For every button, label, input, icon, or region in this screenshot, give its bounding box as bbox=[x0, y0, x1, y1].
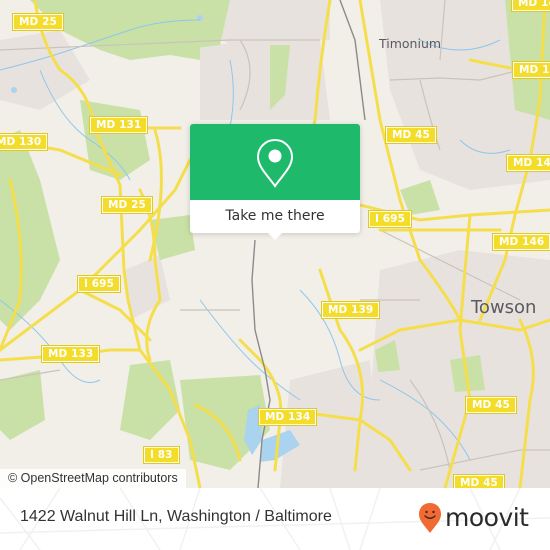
popup-header bbox=[190, 124, 360, 200]
road-shield-md45-mid: MD 45 bbox=[466, 397, 516, 413]
moovit-logo[interactable]: moovit bbox=[418, 502, 529, 534]
road-shield-md133: MD 133 bbox=[42, 346, 100, 362]
place-label-timonium: Timonium bbox=[379, 36, 442, 51]
road-shield-md146-upper: MD 146 bbox=[513, 62, 550, 78]
location-popup: Take me there bbox=[190, 124, 360, 240]
moovit-wordmark: moovit bbox=[445, 503, 529, 532]
take-me-there-button[interactable]: Take me there bbox=[190, 200, 360, 233]
map-attribution[interactable]: © OpenStreetMap contributors bbox=[0, 469, 186, 488]
road-shield-md131: MD 131 bbox=[90, 117, 148, 133]
road-shield-md139: MD 139 bbox=[322, 302, 380, 318]
footer: 1422 Walnut Hill Ln, Washington / Baltim… bbox=[0, 488, 550, 550]
road-shield-md146-mid: MD 146 bbox=[507, 155, 550, 171]
road-shield-md134: MD 134 bbox=[259, 409, 317, 425]
road-shield-md146-lower: MD 146 bbox=[493, 234, 550, 250]
road-shield-md45-north: MD 45 bbox=[386, 127, 436, 143]
road-shield-md146-top: MD 146 bbox=[512, 0, 550, 11]
popup-pointer bbox=[267, 232, 283, 240]
map[interactable]: MD 25 MD 131 MD 130 MD 25 I 695 MD 133 M… bbox=[0, 0, 550, 488]
moovit-smiley-pin-icon bbox=[419, 503, 441, 533]
address-text: 1422 Walnut Hill Ln, Washington / Baltim… bbox=[20, 508, 332, 525]
road-shield-md45-south: MD 45 bbox=[454, 475, 504, 488]
location-pin-icon bbox=[256, 138, 294, 188]
road-shield-i83: I 83 bbox=[144, 447, 179, 463]
road-shield-md25-north: MD 25 bbox=[13, 14, 63, 30]
road-shield-md130: MD 130 bbox=[0, 134, 48, 150]
road-shield-md25-south: MD 25 bbox=[102, 197, 152, 213]
road-shield-i695-east: I 695 bbox=[369, 211, 411, 227]
road-shield-i695-west: I 695 bbox=[78, 276, 120, 292]
place-label-towson: Towson bbox=[471, 297, 537, 318]
